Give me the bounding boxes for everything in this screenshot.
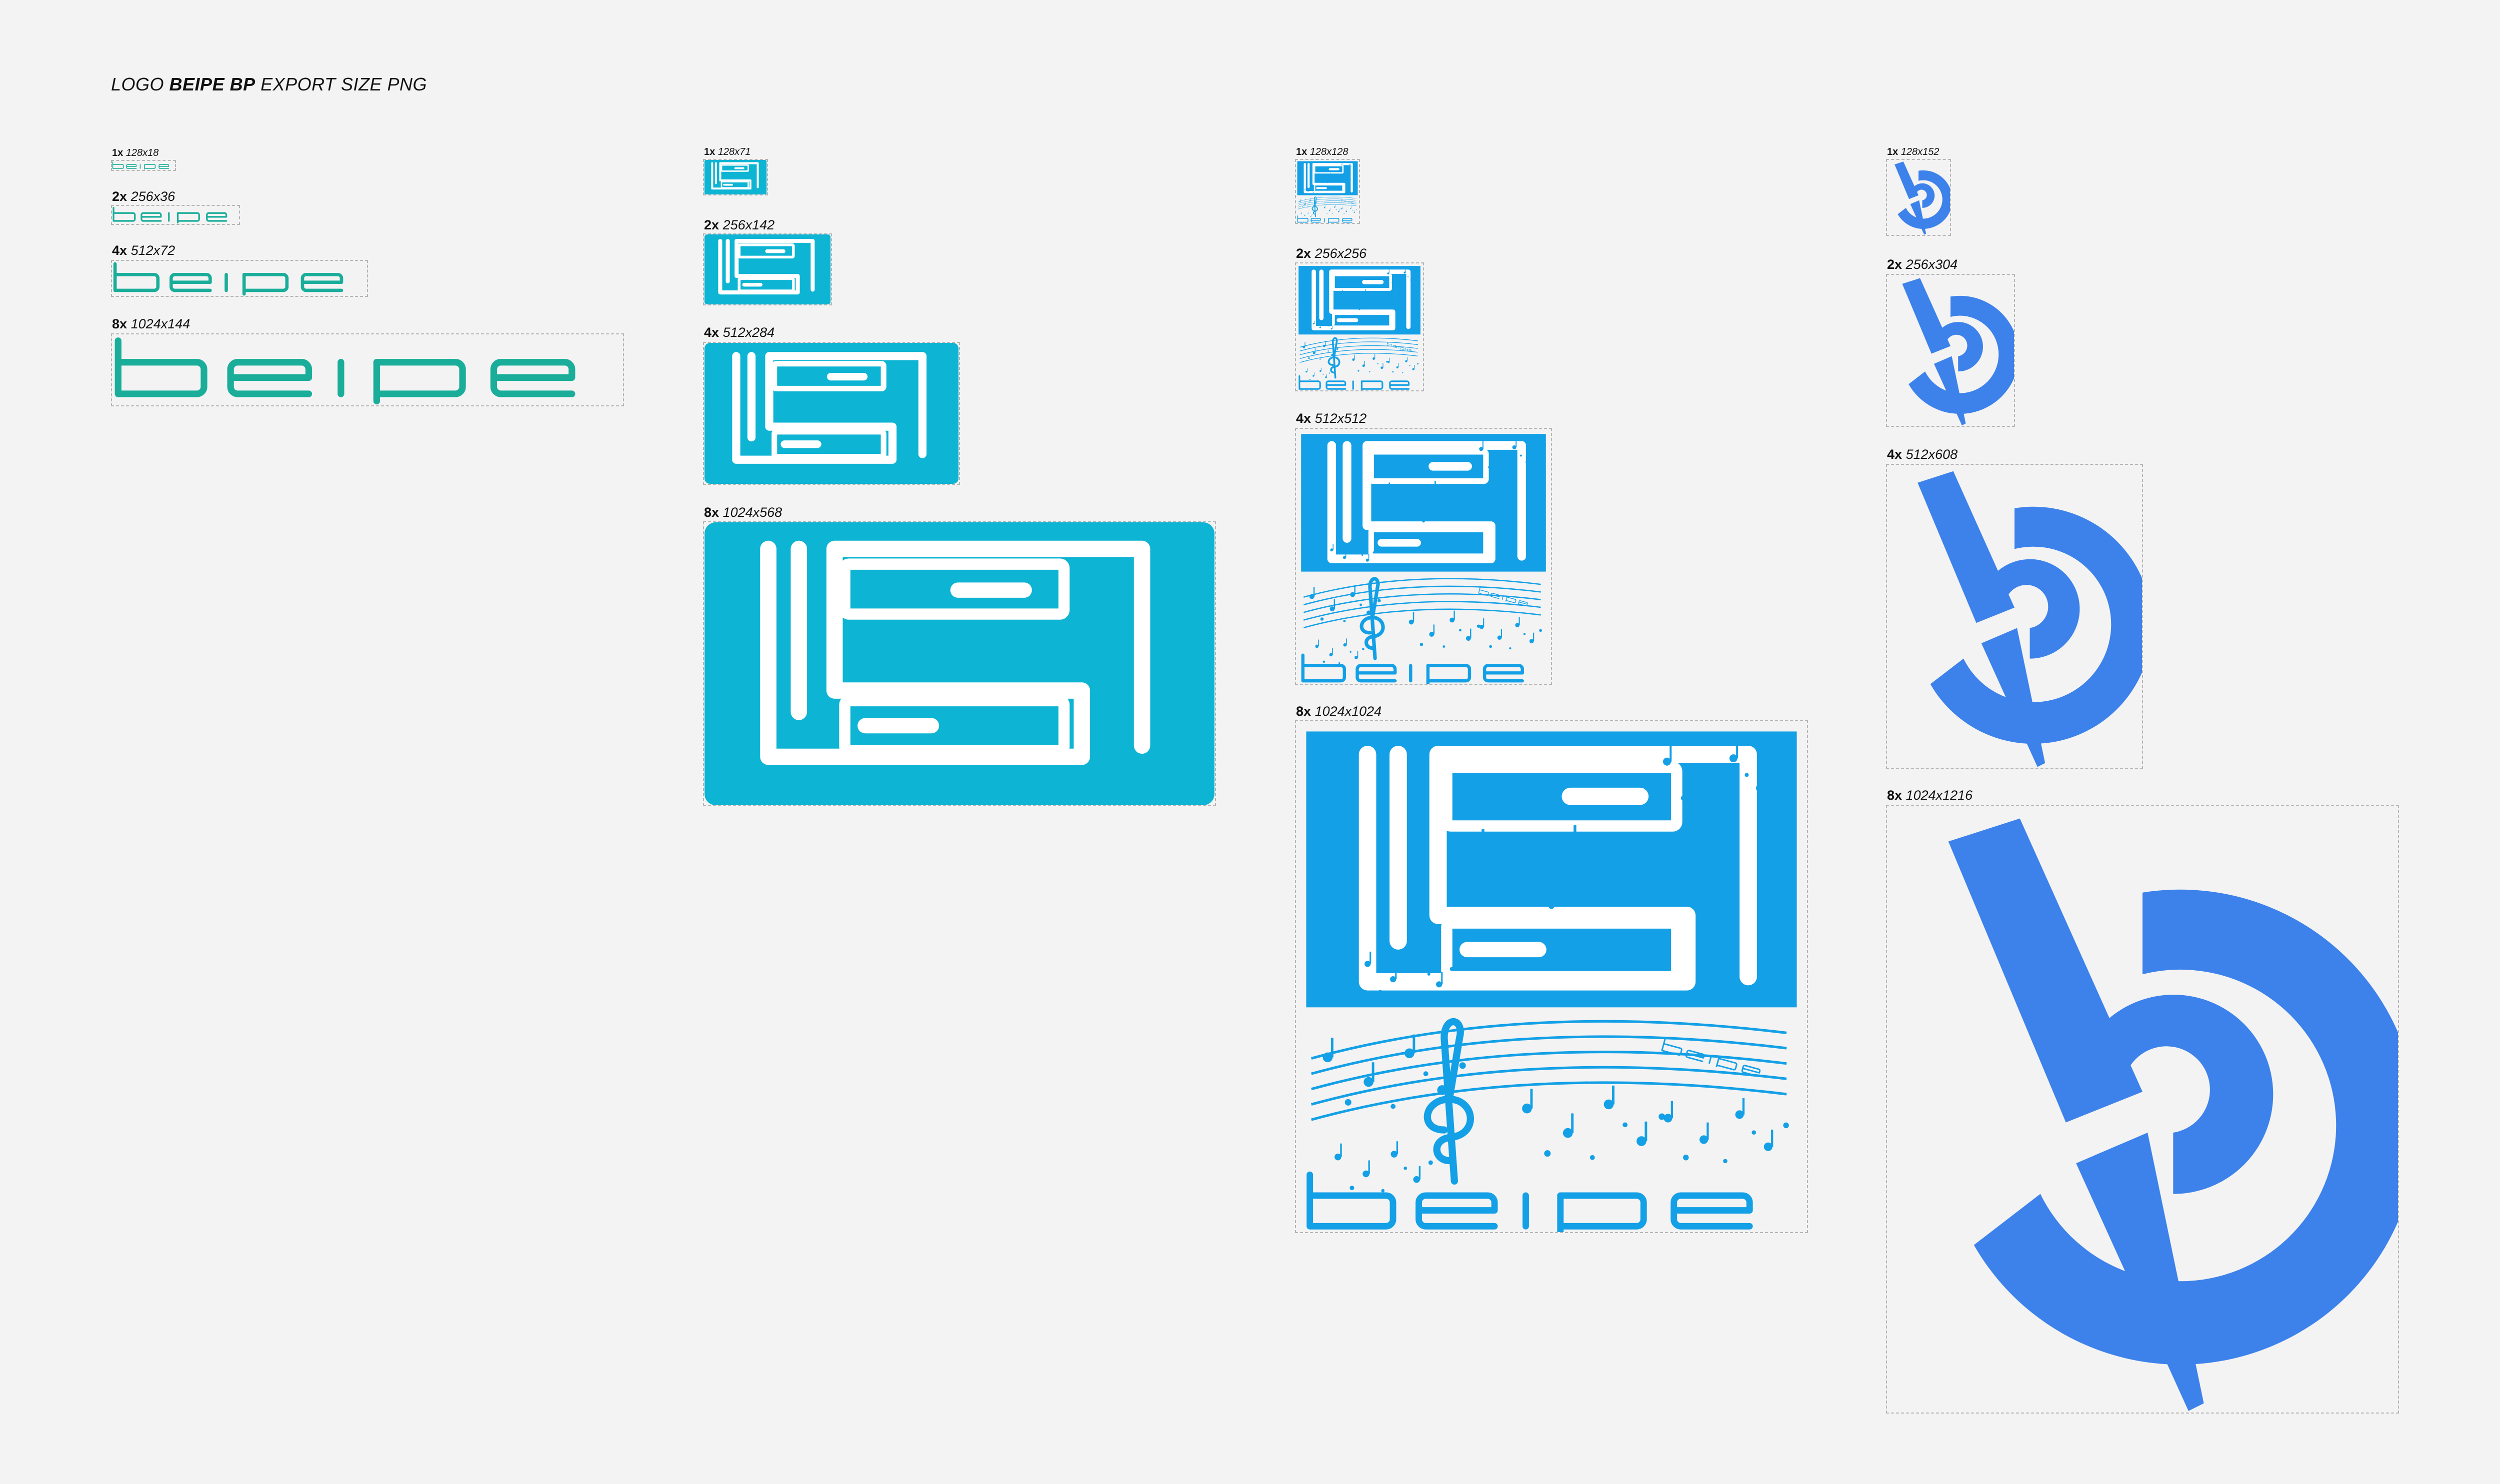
export-wordmark-4x [111, 260, 368, 297]
label-wordmark-8x: 8x 1024x144 [112, 316, 190, 331]
beipe-wordmark-icon [112, 261, 367, 296]
export-music-2x [1295, 262, 1424, 391]
bs-monogram-icon [704, 160, 767, 194]
bp-circle-logo-icon [1887, 465, 2142, 768]
bs-monogram-icon [704, 522, 1215, 805]
label-monogram-1x: 1x 128x71 [704, 146, 751, 157]
export-music-1x [1295, 159, 1360, 224]
export-wordmark-2x [111, 205, 240, 225]
title-prefix: LOGO [111, 74, 164, 94]
bs-music-logo-icon [1296, 160, 1359, 223]
bs-monogram-icon [704, 343, 959, 484]
beipe-wordmark-icon [112, 334, 623, 405]
label-bp-4x: 4x 512x608 [1887, 447, 1958, 462]
export-music-8x [1295, 720, 1808, 1233]
label-bp-1x: 1x 128x152 [1887, 146, 1940, 157]
bs-music-logo-icon [1296, 263, 1423, 390]
label-wordmark-2x: 2x 256x36 [112, 189, 176, 204]
label-wordmark-1x: 1x 128x18 [112, 147, 159, 158]
export-monogram-1x [703, 159, 768, 195]
bp-circle-logo-icon [1887, 806, 2398, 1413]
title-brand: BEIPE BP [169, 74, 256, 94]
export-bp-8x [1886, 805, 2399, 1414]
label-wordmark-4x: 4x 512x72 [112, 243, 176, 258]
title-suffix: EXPORT SIZE PNG [260, 74, 428, 94]
export-wordmark-1x [111, 160, 176, 171]
export-bp-4x [1886, 464, 2143, 769]
bp-circle-logo-icon [1887, 160, 1950, 235]
export-music-4x [1295, 428, 1552, 685]
label-music-4x: 4x 512x512 [1296, 411, 1367, 426]
bs-music-logo-icon [1296, 721, 1807, 1232]
label-music-1x: 1x 128x128 [1296, 146, 1348, 157]
label-monogram-2x: 2x 256x142 [704, 217, 775, 232]
label-monogram-8x: 8x 1024x568 [704, 505, 782, 520]
export-monogram-2x [703, 233, 832, 305]
label-bp-8x: 8x 1024x1216 [1887, 788, 1973, 803]
beipe-wordmark-icon [112, 161, 175, 170]
beipe-wordmark-icon [112, 206, 239, 224]
label-music-2x: 2x 256x256 [1296, 246, 1367, 261]
label-monogram-4x: 4x 512x284 [704, 325, 775, 340]
page-title: LOGO BEIPE BP EXPORT SIZE PNG [111, 74, 427, 95]
bs-music-logo-icon [1296, 429, 1551, 684]
export-monogram-8x [703, 521, 1216, 806]
export-bp-2x [1886, 274, 2015, 427]
export-bp-1x [1886, 159, 1951, 236]
export-wordmark-8x [111, 333, 624, 406]
label-music-8x: 8x 1024x1024 [1296, 704, 1382, 719]
export-monogram-4x [703, 342, 960, 485]
bp-circle-logo-icon [1887, 275, 2014, 426]
label-bp-2x: 2x 256x304 [1887, 257, 1958, 272]
bs-monogram-icon [704, 234, 831, 304]
